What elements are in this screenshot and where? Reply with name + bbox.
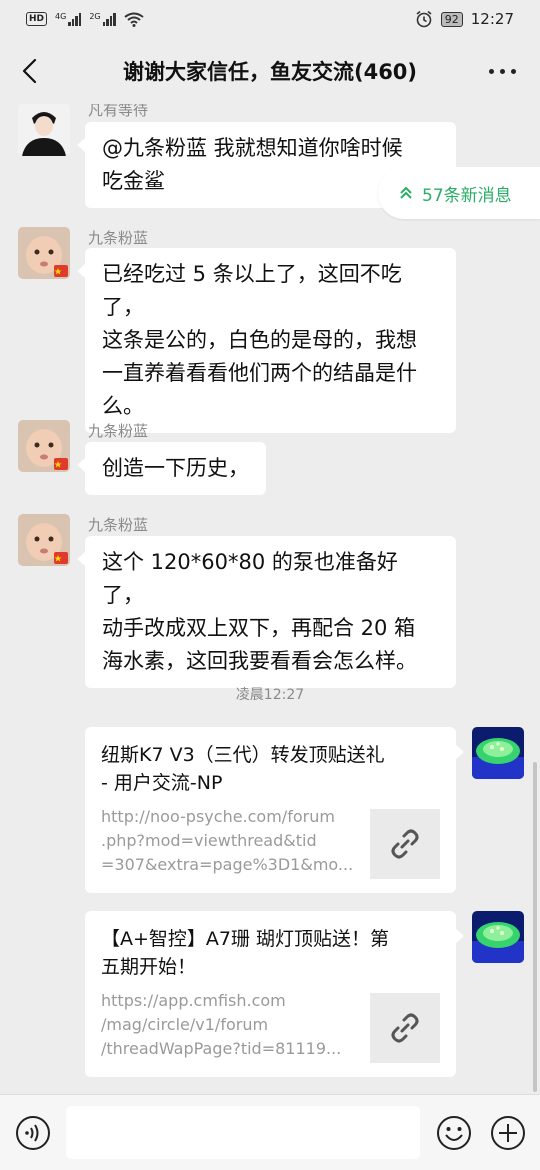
hd-badge: HD [26,12,48,26]
avatar-coral-icon [472,911,524,963]
link-url: http://noo-psyche.com/forum .php?mod=vie… [101,807,354,874]
message-timestamp: 凌晨12:27 [235,687,305,703]
message-line: 一直养着看看他们两个的结晶是什 [102,361,417,385]
message-line: @九条粉蓝 我就想知道你啥时候 [102,136,403,160]
new-messages-label: 57条新消息 [422,185,512,206]
message-line: 海水素，这回我要看看会怎么样。 [102,649,417,673]
link-url: https://app.cmfish.com /mag/circle/v1/fo… [101,991,342,1058]
wifi-icon [123,12,144,27]
link-body: http://noo-psyche.com/forum .php?mod=vie… [101,805,440,879]
alarm-icon [416,10,432,28]
message-input[interactable] [66,1106,420,1159]
status-left: HD 4G 2G [26,12,144,27]
link-thumbnail [370,809,440,879]
avatar-baby-icon [18,420,70,472]
avatar-baby-icon [18,514,70,566]
avatar-fanyou[interactable] [18,104,70,156]
voice-input-icon[interactable] [15,1115,51,1151]
message-line: 创造一下历史， [102,456,249,480]
message-line: 动手改成双上双下，再配合 20 箱 [102,616,416,640]
avatar-coral-icon [472,727,524,779]
status-right: 92 12:27 [415,10,514,28]
sender-name: 九条粉蓝 [88,516,149,534]
back-arrow-icon[interactable] [16,56,46,86]
message-bubble[interactable]: 这个 120*60*80 的泵也准备好了， 动手改成双上双下，再配合 20 箱 … [77,536,456,688]
double-chevron-up-icon [400,186,412,199]
avatar-jiutiao[interactable] [18,227,70,279]
link-icon [391,1013,419,1043]
sender-name: 凡有等待 [88,104,149,119]
link-body: https://app.cmfish.com /mag/circle/v1/fo… [101,989,440,1063]
link-card[interactable]: 纽斯K7 V3（三代）转发顶贴送礼 - 用户交流-NP http://noo-p… [85,727,464,893]
message-bubble[interactable]: 创造一下历史， [77,442,266,495]
avatar-person-icon [18,104,70,156]
message-line: 已经吃过 5 条以上了，这回不吃了， [102,262,402,319]
signal-icon-2: 2G [89,12,116,26]
battery-icon: 92 [440,11,463,27]
sender-name: 九条粉蓝 [88,422,149,440]
signal-icon: 4G [55,12,82,26]
message-line: 这条是公的，白色的是母的，我想 [102,328,417,352]
avatar-jiutiao[interactable] [18,514,70,566]
new-messages-button[interactable]: 57条新消息 [378,167,540,219]
link-title: 【A+智控】A7珊 瑚灯顶贴送！第 五期开始！ [101,928,390,978]
message-bubble[interactable]: 已经吃过 5 条以上了，这回不吃了， 这条是公的，白色的是母的，我想 一直养着看… [77,248,456,433]
message-line: 这个 120*60*80 的泵也准备好了， [102,550,398,607]
plus-icon[interactable] [490,1115,526,1151]
avatar-baby-icon [18,227,70,279]
chat-title: 谢谢大家信任，鱼友交流(460) [122,60,418,84]
status-bar: HD 4G 2G 92 12:27 [0,0,540,38]
sender-name: 九条粉蓝 [88,229,149,247]
scrollbar[interactable] [533,762,537,1092]
message-line: 么。 [102,394,144,418]
chat-area[interactable]: 凡有等待 @九条粉蓝 我就想知道你啥时候 吃金鲨 九条粉蓝 已经吃过 5 条以上… [0,104,540,1094]
avatar-jiutiao[interactable] [18,420,70,472]
chat-header: 谢谢大家信任，鱼友交流(460) [0,38,540,104]
avatar-self[interactable] [472,911,524,963]
link-icon [391,829,419,859]
link-thumbnail [370,993,440,1063]
input-bar [0,1094,540,1170]
link-card[interactable]: 【A+智控】A7珊 瑚灯顶贴送！第 五期开始！ https://app.cmfi… [85,911,464,1077]
avatar-self[interactable] [472,727,524,779]
link-title: 纽斯K7 V3（三代）转发顶贴送礼 - 用户交流-NP [101,744,385,794]
clock: 12:27 [470,10,514,28]
more-options-icon[interactable] [489,69,516,74]
emoji-icon[interactable] [436,1115,472,1151]
